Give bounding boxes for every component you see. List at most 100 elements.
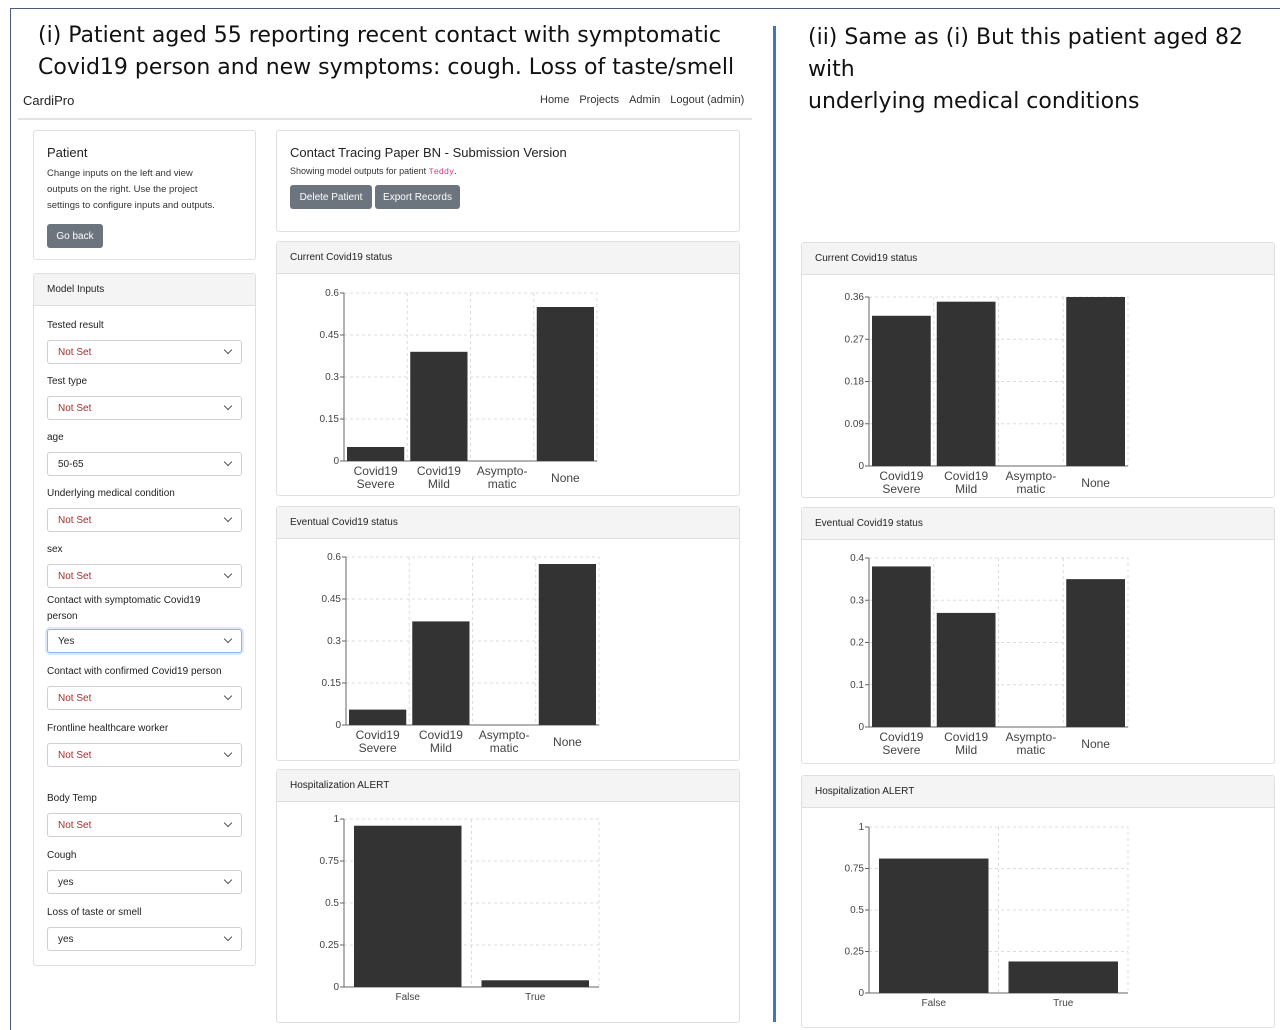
- chart-card-header: Eventual Covid19 status: [277, 507, 739, 539]
- x-tick-label: None: [1081, 737, 1110, 751]
- x-tick-label: Asympto-: [477, 464, 528, 478]
- panel-divider: [773, 26, 776, 1022]
- y-tick-label: 0.5: [850, 905, 864, 916]
- nav-logout[interactable]: Logout (admin): [670, 94, 744, 106]
- chart-card-header: Eventual Covid19 status: [802, 508, 1274, 540]
- chart-card-header: Current Covid19 status: [802, 243, 1274, 275]
- chart-card-right-current: Current Covid19 status 0 0.09 0.18 0.27 0.36 C…: [801, 242, 1275, 498]
- subtitle-suffix: .: [454, 166, 457, 176]
- y-tick-label: 0: [858, 461, 864, 472]
- bar: [872, 315, 931, 466]
- chart-card-left-current: Current Covid19 status 0 0.15 0.3 0.45 0.6 Cov…: [276, 241, 740, 496]
- y-tick-label: 0.45: [322, 594, 342, 605]
- bar: [536, 307, 594, 461]
- field-select[interactable]: Not Set: [47, 564, 242, 588]
- project-title: Contact Tracing Paper BN - Submission Ve…: [290, 145, 567, 160]
- description-line: Change inputs on the left and view: [47, 168, 193, 179]
- x-tick-label: None: [551, 471, 580, 485]
- x-tick-label: Covid19: [944, 730, 988, 744]
- export-records-button[interactable]: Export Records: [375, 185, 460, 209]
- bar: [1066, 297, 1125, 466]
- field-value: Not Set: [58, 346, 92, 358]
- chevron-down-icon: [223, 691, 233, 701]
- x-tick-label: Covid19: [356, 728, 400, 742]
- y-tick-label: 0.75: [845, 864, 865, 875]
- field-select[interactable]: Not Set: [47, 396, 242, 420]
- go-back-button[interactable]: Go back: [47, 224, 103, 248]
- chart-card-left-hosp: Hospitalization ALERT 0 0.25 0.5 0.75 1 False T…: [276, 769, 740, 1023]
- field-value: Not Set: [58, 749, 92, 761]
- top-nav: Home Projects Admin Logout (admin): [540, 94, 744, 106]
- x-tick-label: Severe: [882, 482, 920, 496]
- bar: [872, 566, 931, 727]
- app-brand[interactable]: CardiPro: [23, 93, 74, 108]
- x-tick-label: True: [1053, 998, 1074, 1009]
- x-tick-label: Covid19: [879, 469, 923, 483]
- y-tick-label: 1: [333, 814, 339, 825]
- y-tick-label: 0.5: [325, 898, 339, 909]
- field-label: Contact with symptomatic Covid19 person: [47, 595, 201, 622]
- bar: [1008, 961, 1118, 993]
- description-line: outputs on the right. Use the project: [47, 184, 198, 195]
- y-tick-label: 0.75: [320, 856, 340, 867]
- field-select[interactable]: Not Set: [47, 743, 242, 767]
- x-tick-label: Covid19: [879, 730, 923, 744]
- chart-card-header: Hospitalization ALERT: [277, 770, 739, 802]
- field-select[interactable]: yes: [47, 927, 242, 951]
- y-tick-label: 0.4: [850, 553, 864, 564]
- delete-patient-button[interactable]: Delete Patient: [290, 185, 372, 209]
- field-label: Contact with confirmed Covid19 person: [47, 666, 222, 677]
- bar-chart-right-eventual: 00.10.20.30.4Covid19SevereCovid19MildAsy…: [850, 553, 1129, 757]
- caption-right: (ii) Same as (i) But this patient aged 8…: [808, 22, 1280, 118]
- field-value: Not Set: [58, 692, 92, 704]
- navbar-divider: [18, 118, 752, 120]
- nav-projects[interactable]: Projects: [579, 94, 619, 106]
- bar-chart-right-hosp: 0 0.25 0.5 0.75 1 False True: [845, 822, 1129, 1009]
- bar: [410, 351, 468, 461]
- x-tick-label: Covid19: [944, 469, 988, 483]
- y-tick-label: 0: [335, 720, 341, 731]
- field-select[interactable]: Yes: [47, 629, 242, 653]
- field-select[interactable]: Not Set: [47, 813, 242, 837]
- chevron-down-icon: [223, 345, 233, 355]
- field-select[interactable]: Not Set: [47, 340, 242, 364]
- y-tick-label: 0.1: [850, 680, 864, 691]
- subtitle-prefix: Showing model outputs for patient: [290, 166, 429, 176]
- bar-chart-left-hosp: 0 0.25 0.5 0.75 1 False True: [320, 814, 600, 1003]
- x-tick-label: True: [525, 992, 546, 1003]
- field-label: Cough: [47, 850, 77, 861]
- nav-admin[interactable]: Admin: [629, 94, 660, 106]
- field-value: Not Set: [58, 570, 92, 582]
- y-tick-label: 0.09: [845, 419, 865, 430]
- chart-card-right-hosp: Hospitalization ALERT 0 0.25 0.5 0.75 1 False T…: [801, 775, 1275, 1028]
- y-tick-label: 0.36: [845, 292, 865, 303]
- nav-home[interactable]: Home: [540, 94, 569, 106]
- patient-card: Patient Change inputs on the left and vi…: [33, 130, 256, 260]
- x-tick-label: matic: [1017, 482, 1046, 496]
- patient-name: Teddy: [428, 167, 455, 177]
- field-label: Frontline healthcare worker: [47, 723, 169, 734]
- y-tick-label: 0.45: [320, 330, 340, 341]
- field-select[interactable]: Not Set: [47, 686, 242, 710]
- y-tick-label: 0: [858, 722, 864, 733]
- caption-right-line-1: (ii) Same as (i) But this patient aged 8…: [808, 25, 1244, 82]
- field-label: Body Temp: [47, 793, 97, 804]
- chevron-down-icon: [223, 457, 233, 467]
- field-select[interactable]: yes: [47, 870, 242, 894]
- field-select[interactable]: 50-65: [47, 452, 242, 476]
- x-tick-label: None: [1081, 476, 1110, 490]
- chevron-down-icon: [223, 748, 233, 758]
- bar: [879, 858, 989, 993]
- bar: [347, 447, 405, 461]
- y-tick-label: 0.6: [325, 288, 339, 299]
- field-value: Yes: [58, 635, 75, 647]
- field-select[interactable]: Not Set: [47, 508, 242, 532]
- bar-chart-left-eventual: 00.150.30.450.6Covid19SevereCovid19MildA…: [322, 552, 600, 755]
- bar: [412, 621, 470, 725]
- chevron-down-icon: [223, 818, 233, 828]
- field-value: yes: [58, 876, 74, 888]
- chevron-down-icon: [223, 513, 233, 523]
- x-tick-label: matic: [488, 477, 517, 491]
- x-tick-label: False: [922, 998, 947, 1009]
- y-tick-label: 0.3: [327, 636, 341, 647]
